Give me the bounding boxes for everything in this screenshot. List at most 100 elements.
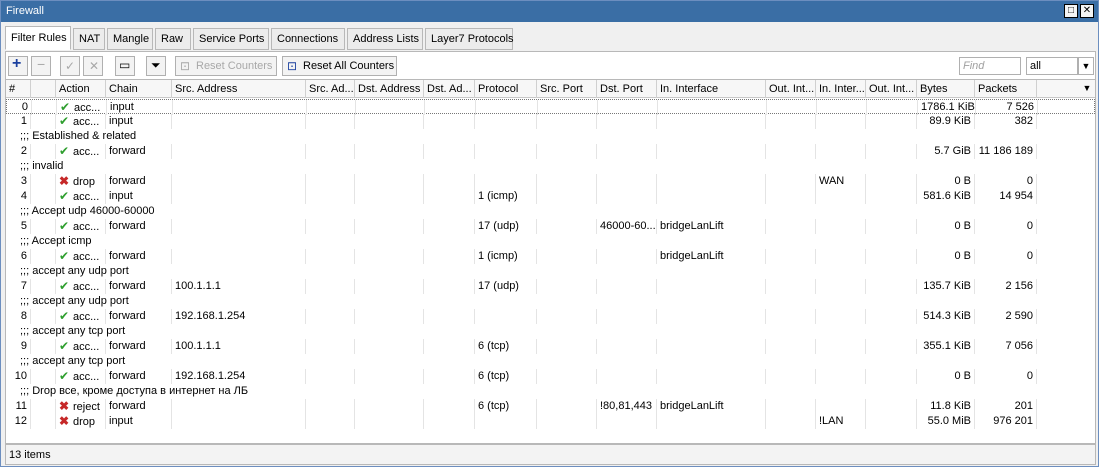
- rule-comment-row[interactable]: ;;; Accept icmp: [6, 234, 1095, 249]
- comment-button[interactable]: ▭: [115, 56, 135, 76]
- table-row[interactable]: 7 ✔ acc... forward 100.1.1.1 17 (udp) 135.7 Ki…: [6, 279, 1095, 294]
- cell-chain: input: [106, 414, 172, 429]
- cell-in_interface: [658, 100, 767, 115]
- tab-layer7-protocols[interactable]: Layer7 Protocols: [425, 28, 514, 50]
- maximize-button[interactable]: □: [1064, 4, 1078, 18]
- column-header[interactable]: Dst. Port: [597, 80, 657, 98]
- check-icon: ✓: [65, 59, 76, 73]
- cell-in_inter: [816, 219, 866, 234]
- cell-out_int: [766, 279, 816, 294]
- cell-flags: [31, 174, 56, 189]
- tab-address-lists[interactable]: Address Lists: [347, 28, 423, 50]
- cell-src_ad: [306, 279, 355, 294]
- table-row[interactable]: 0 ✔ acc... input 1786.1 KiB 7 526: [6, 99, 1095, 115]
- cell-flags: [31, 114, 56, 129]
- rule-comment-row[interactable]: ;;; accept any udp port: [6, 264, 1095, 279]
- column-header[interactable]: Action: [56, 80, 106, 98]
- cell-in_interface: bridgeLanLift: [657, 219, 766, 234]
- table-row[interactable]: 4 ✔ acc... input 1 (icmp) 581.6 KiB 14 954: [6, 189, 1095, 204]
- rule-comment-row[interactable]: ;;; accept any tcp port: [6, 354, 1095, 369]
- cell-in_interface: [657, 414, 766, 429]
- cell-bytes: 0 B: [917, 219, 975, 234]
- cell-dst_address: [355, 174, 424, 189]
- cell-dst_port: [597, 309, 657, 324]
- rule-comment-row[interactable]: ;;; Drop все, кроме доступа в интернет н…: [6, 384, 1095, 399]
- table-row[interactable]: 9 ✔ acc... forward 100.1.1.1 6 (tcp) 355.1 KiB…: [6, 339, 1095, 354]
- column-header[interactable]: #: [6, 80, 31, 98]
- cell-src_ad: [306, 369, 355, 384]
- cell-packets: 11 186 189: [975, 144, 1037, 159]
- cell-out_int: [766, 144, 816, 159]
- table-row[interactable]: 5 ✔ acc... forward 17 (udp) 46000-60... bridge…: [6, 219, 1095, 234]
- cell-protocol: [475, 114, 537, 129]
- table-row[interactable]: 8 ✔ acc... forward 192.168.1.254 514.3 KiB 2 5…: [6, 309, 1095, 324]
- tab-nat[interactable]: NAT: [73, 28, 105, 50]
- add-button[interactable]: +: [8, 56, 28, 76]
- column-header[interactable]: Src. Ad...: [306, 80, 355, 98]
- cell-packets: 2 156: [975, 279, 1037, 294]
- tab-connections[interactable]: Connections: [271, 28, 345, 50]
- reset-all-icon: ⊡: [287, 59, 298, 73]
- table-row[interactable]: 12 ✖ drop input !LAN 55.0 MiB 976 201: [6, 414, 1095, 429]
- action-label: acc...: [73, 221, 100, 233]
- column-header[interactable]: [31, 80, 56, 98]
- close-button[interactable]: ✕: [1080, 4, 1094, 18]
- column-header[interactable]: Out. Int...: [866, 80, 917, 98]
- column-header[interactable]: Protocol: [475, 80, 537, 98]
- cell-packets: 0: [975, 369, 1037, 384]
- cell-dst_ad: [424, 219, 475, 234]
- rule-comment-row[interactable]: ;;; accept any tcp port: [6, 324, 1095, 339]
- column-header[interactable]: Out. Int...: [766, 80, 816, 98]
- table-row[interactable]: 2 ✔ acc... forward 5.7 GiB 11 186 189: [6, 144, 1095, 159]
- reset-icon: ⊡: [180, 59, 191, 73]
- cell-flags: [31, 339, 56, 354]
- reset-all-counters-button[interactable]: ⊡ Reset All Counters: [282, 56, 397, 76]
- find-input[interactable]: Find: [959, 57, 1021, 75]
- remove-button[interactable]: −: [31, 56, 51, 76]
- cell-src_address: [172, 144, 306, 159]
- rule-comment-row[interactable]: ;;; invalid: [6, 159, 1095, 174]
- column-header[interactable]: Src. Address: [172, 80, 306, 98]
- cell-dst_port: [597, 279, 657, 294]
- cell-chain: forward: [106, 399, 172, 414]
- column-header[interactable]: Chain: [106, 80, 172, 98]
- tab-mangle[interactable]: Mangle: [107, 28, 153, 50]
- column-header[interactable]: Bytes: [917, 80, 975, 98]
- column-header[interactable]: Dst. Ad...: [424, 80, 475, 98]
- filter-select-arrow-icon[interactable]: ▼: [1078, 57, 1094, 75]
- cell-src_address: [172, 219, 306, 234]
- column-header[interactable]: In. Interface: [657, 80, 766, 98]
- column-header[interactable]: Dst. Address: [355, 80, 424, 98]
- cell-dst_ad: [424, 279, 475, 294]
- reset-counters-button[interactable]: ⊡ Reset Counters: [175, 56, 277, 76]
- cell-src_address: 100.1.1.1: [172, 279, 306, 294]
- table-row[interactable]: 10 ✔ acc... forward 192.168.1.254 6 (tcp) 0 B0: [6, 369, 1095, 384]
- action-cell: ✖ drop: [56, 174, 106, 189]
- cell-dst_port: [598, 100, 658, 115]
- table-row[interactable]: 1 ✔ acc... input 89.9 KiB 382: [6, 114, 1095, 129]
- column-menu-icon[interactable]: ▼: [1078, 80, 1095, 98]
- cell-flags: [31, 399, 56, 414]
- drop-x-icon: ✖: [59, 414, 70, 428]
- rule-comment-row[interactable]: ;;; accept any udp port: [6, 294, 1095, 309]
- tab-filter-rules[interactable]: Filter Rules: [5, 26, 71, 50]
- column-header[interactable]: Packets: [975, 80, 1037, 98]
- rule-comment-row[interactable]: ;;; Accept udp 46000-60000: [6, 204, 1095, 219]
- column-header[interactable]: In. Inter...: [816, 80, 866, 98]
- table-row[interactable]: 11 ✖ reject forward 6 (tcp) !80,81,443 bridgeL…: [6, 399, 1095, 414]
- tab-raw[interactable]: Raw: [155, 28, 191, 50]
- cell-bytes: 89.9 KiB: [917, 114, 975, 129]
- tab-service-ports[interactable]: Service Ports: [193, 28, 269, 50]
- table-row[interactable]: 3 ✖ drop forward WAN 0 B0: [6, 174, 1095, 189]
- toolbar: + − ✓ ✕ ▭ ⏷ ⊡ Reset Counters ⊡ Reset All…: [5, 51, 1096, 79]
- table-row[interactable]: 6 ✔ acc... forward 1 (icmp) bridgeLanLift 0 B0: [6, 249, 1095, 264]
- cell-protocol: [475, 309, 537, 324]
- enable-button[interactable]: ✓: [60, 56, 80, 76]
- cell-src_address: [172, 399, 306, 414]
- rule-comment-row[interactable]: ;;; Established & related: [6, 129, 1095, 144]
- filter-select[interactable]: all: [1026, 57, 1078, 75]
- filter-button[interactable]: ⏷: [146, 56, 166, 76]
- drop-x-icon: ✖: [59, 174, 70, 188]
- disable-button[interactable]: ✕: [83, 56, 103, 76]
- column-header[interactable]: Src. Port: [537, 80, 597, 98]
